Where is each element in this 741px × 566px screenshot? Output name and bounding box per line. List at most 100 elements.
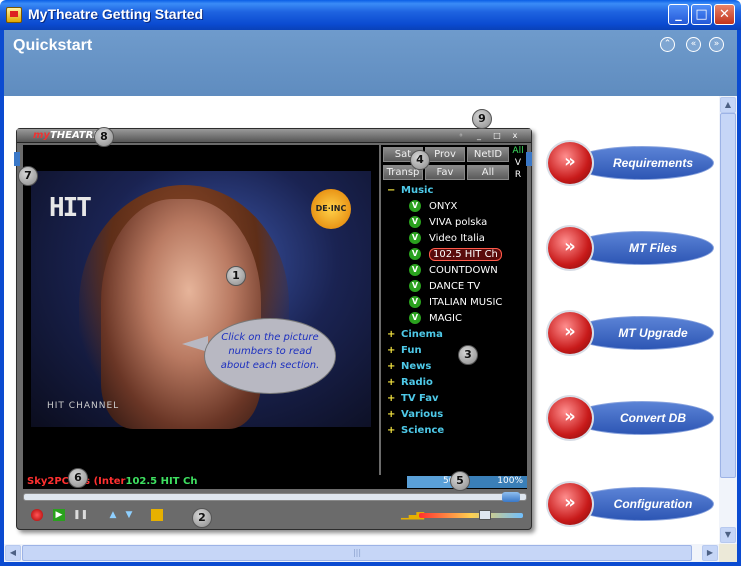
window-title: MyTheatre Getting Started bbox=[28, 6, 204, 22]
collapse-button[interactable]: ⌃ bbox=[660, 37, 675, 52]
help-tooltip: Click on the picture numbers to read abo… bbox=[204, 318, 336, 394]
marker-4[interactable]: 4 bbox=[410, 150, 430, 170]
right-panel-tab[interactable] bbox=[526, 152, 532, 166]
group-tv-fav[interactable]: + TV Fav bbox=[387, 391, 439, 407]
video-badge-icon: V bbox=[409, 200, 421, 212]
back-button[interactable]: « bbox=[686, 37, 701, 52]
minimize-button[interactable]: _ bbox=[668, 4, 689, 25]
horizontal-scrollbar[interactable]: ◀ ||| ▶ bbox=[4, 544, 719, 562]
channel-item-selected[interactable]: V 102.5 HIT Ch bbox=[409, 247, 502, 263]
channel-item[interactable]: V MAGIC bbox=[409, 311, 462, 327]
pause-icon[interactable]: ❚❚ bbox=[73, 509, 88, 521]
player-close-icon[interactable]: x bbox=[509, 130, 521, 141]
forward-button[interactable]: » bbox=[709, 37, 724, 52]
marker-6[interactable]: 6 bbox=[68, 468, 88, 488]
seek-knob[interactable] bbox=[502, 492, 520, 502]
volume-slider[interactable] bbox=[419, 510, 523, 520]
nav-mt-files-button[interactable]: » MT Files bbox=[546, 225, 714, 271]
group-cinema[interactable]: + Cinema bbox=[387, 327, 443, 343]
marker-1[interactable]: 1 bbox=[226, 266, 246, 286]
channel-item[interactable]: V ITALIAN MUSIC bbox=[409, 295, 502, 311]
marker-3[interactable]: 3 bbox=[458, 345, 478, 365]
marker-9[interactable]: 9 bbox=[472, 109, 492, 129]
video-badge-icon: V bbox=[409, 232, 421, 244]
flag-v[interactable]: V bbox=[511, 158, 525, 168]
snapshot-icon[interactable] bbox=[151, 509, 163, 521]
header-band: Quickstart ⌃ « » bbox=[4, 30, 737, 96]
flag-all[interactable]: All bbox=[511, 146, 525, 156]
arrow-icon: » bbox=[546, 225, 594, 271]
status-text: Sky2PCries (Inter102.5 HIT Ch bbox=[27, 476, 198, 487]
scroll-down-icon[interactable]: ▼ bbox=[720, 527, 736, 543]
close-button[interactable]: ✕ bbox=[714, 4, 735, 25]
video-badge-icon: V bbox=[409, 312, 421, 324]
scroll-up-icon[interactable]: ▲ bbox=[720, 97, 736, 113]
maximize-button[interactable]: □ bbox=[691, 4, 712, 25]
vertical-scrollbar[interactable]: ▲ ▼ bbox=[719, 96, 737, 544]
player-minimize-icon[interactable]: _ bbox=[473, 130, 485, 141]
left-panel-tab[interactable] bbox=[14, 152, 20, 166]
flag-r[interactable]: R bbox=[511, 170, 525, 180]
seek-bar[interactable] bbox=[23, 492, 527, 502]
window-frame-bottom bbox=[0, 562, 741, 566]
arrow-icon: » bbox=[546, 395, 594, 441]
channel-item[interactable]: V DANCE TV bbox=[409, 279, 480, 295]
window-frame-right bbox=[737, 30, 741, 566]
video-subject-face bbox=[101, 199, 261, 429]
scroll-left-icon[interactable]: ◀ bbox=[5, 545, 21, 561]
nav-requirements-button[interactable]: » Requirements bbox=[546, 140, 714, 186]
video-badge-icon: V bbox=[409, 280, 421, 292]
marker-2[interactable]: 2 bbox=[192, 508, 212, 528]
page-title: Quickstart bbox=[13, 37, 93, 54]
group-various[interactable]: + Various bbox=[387, 407, 443, 423]
nav-convert-db-button[interactable]: » Convert DB bbox=[546, 395, 714, 441]
play-icon[interactable]: ▶ bbox=[53, 509, 65, 521]
eject-icon[interactable]: ▲ bbox=[107, 509, 119, 521]
nav-configuration-button[interactable]: » Configuration bbox=[546, 481, 714, 527]
record-icon[interactable] bbox=[31, 509, 43, 521]
video-badge-icon: V bbox=[409, 264, 421, 276]
channel-item[interactable]: V VIVA polska bbox=[409, 215, 487, 231]
marker-8[interactable]: 8 bbox=[94, 127, 114, 147]
video-badge-icon: V bbox=[409, 296, 421, 308]
player-pin-icon[interactable]: ◦ bbox=[455, 130, 467, 141]
video-badge-icon: V bbox=[409, 248, 421, 260]
down-icon[interactable]: ▼ bbox=[123, 509, 135, 521]
group-radio[interactable]: + Radio bbox=[387, 375, 433, 391]
channel-item[interactable]: V ONYX bbox=[409, 199, 457, 215]
channel-list: − Music V ONYX V VIVA polska V Video Italia … bbox=[381, 183, 527, 475]
filter-prov-button[interactable]: Prov bbox=[425, 147, 465, 162]
mytheatre-logo: myTHEATRE bbox=[33, 130, 101, 141]
marker-5[interactable]: 5 bbox=[450, 471, 470, 491]
scrollbar-corner bbox=[719, 544, 737, 562]
dance-logo-icon: DE·INC bbox=[311, 189, 351, 229]
quality-level: 100% bbox=[467, 476, 527, 488]
group-music[interactable]: − Music bbox=[387, 183, 433, 199]
channel-logo: HIT bbox=[49, 193, 92, 223]
channel-item[interactable]: V COUNTDOWN bbox=[409, 263, 498, 279]
video-area[interactable]: HIT DE·INC HIT CHANNEL bbox=[23, 145, 379, 475]
filter-fav-button[interactable]: Fav bbox=[425, 165, 465, 180]
video-badge-icon: V bbox=[409, 216, 421, 228]
channel-caption: HIT CHANNEL bbox=[47, 401, 120, 411]
arrow-icon: » bbox=[546, 310, 594, 356]
arrow-icon: » bbox=[546, 140, 594, 186]
window-titlebar: MyTheatre Getting Started _ □ ✕ bbox=[0, 0, 741, 30]
group-news[interactable]: + News bbox=[387, 359, 431, 375]
volume-bars-icon: ▁▃▅ bbox=[401, 509, 425, 520]
nav-mt-upgrade-button[interactable]: » MT Upgrade bbox=[546, 310, 714, 356]
horizontal-scroll-thumb[interactable]: ||| bbox=[22, 545, 692, 561]
arrow-icon: » bbox=[546, 481, 594, 527]
volume-knob[interactable] bbox=[479, 510, 491, 520]
group-science[interactable]: + Science bbox=[387, 423, 444, 439]
group-fun[interactable]: + Fun bbox=[387, 343, 422, 359]
channel-item[interactable]: V Video Italia bbox=[409, 231, 485, 247]
marker-7[interactable]: 7 bbox=[18, 166, 38, 186]
filter-all-button[interactable]: All bbox=[467, 165, 509, 180]
player-maximize-icon[interactable]: □ bbox=[491, 130, 503, 141]
filter-netid-button[interactable]: NetID bbox=[467, 147, 509, 162]
app-icon bbox=[6, 7, 22, 23]
scroll-right-icon[interactable]: ▶ bbox=[702, 545, 718, 561]
channel-panel: Sat Prov NetID Transp Fav All All V R − M… bbox=[381, 145, 527, 475]
vertical-scroll-thumb[interactable] bbox=[720, 113, 736, 478]
